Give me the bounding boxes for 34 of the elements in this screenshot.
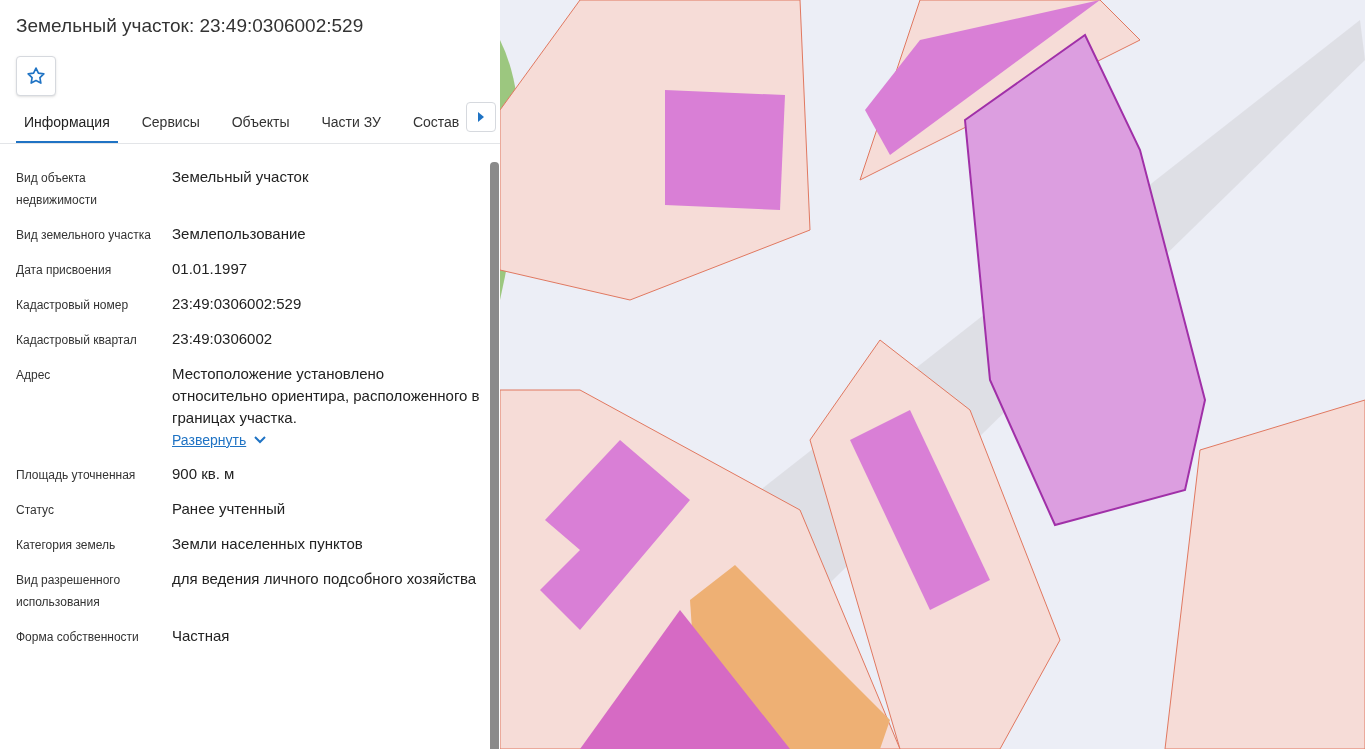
field-value: Ранее учтенный bbox=[172, 499, 287, 519]
field-label: Статус bbox=[16, 502, 55, 519]
field-label: Вид объекта недвижимости bbox=[16, 170, 98, 209]
tab[interactable]: Объекты bbox=[223, 108, 298, 143]
field-value: Местоположение установлено относительно ориентира, расположенного в границах участка. bbox=[172, 364, 480, 428]
field-value: 23:49:0306002 bbox=[172, 329, 274, 349]
field-label: Вид земельного участка bbox=[16, 227, 152, 244]
tab[interactable]: Информация bbox=[16, 108, 118, 143]
field-value: Земли населенных пунктов bbox=[172, 534, 364, 554]
caret-icon bbox=[478, 112, 484, 122]
star-icon bbox=[26, 66, 46, 86]
field-value: 23:49:0306002:529 bbox=[172, 294, 303, 314]
field-label: Вид разрешенного использования bbox=[16, 572, 122, 611]
field-value: 900 кв. м bbox=[172, 464, 236, 484]
field-value: для ведения личного подсобного хозяйства bbox=[172, 569, 478, 589]
tab[interactable]: Сервисы bbox=[133, 108, 208, 143]
field-label: Кадастровый квартал bbox=[16, 332, 138, 349]
tab[interactable]: Состав bbox=[404, 108, 468, 143]
field-label: Дата присвоения bbox=[16, 262, 113, 279]
field-label: Кадастровый номер bbox=[16, 297, 130, 314]
field-value: Земельный участок bbox=[172, 167, 310, 187]
tab[interactable]: Части ЗУ bbox=[313, 108, 389, 143]
panel-title: Земельный участок: 23:49:0306002:529 bbox=[16, 14, 365, 38]
field-value: Частная bbox=[172, 626, 231, 646]
scroll-tabs-button[interactable] bbox=[466, 102, 496, 132]
field-label: Категория земель bbox=[16, 537, 117, 554]
field-value: 01.01.1997 bbox=[172, 259, 249, 279]
chevron-icon bbox=[254, 436, 267, 444]
field-value: Землепользование bbox=[172, 224, 307, 244]
field-label: Площадь уточненная bbox=[16, 467, 137, 484]
field-label: Форма собственности bbox=[16, 629, 140, 646]
expand-link[interactable]: Развернуть bbox=[172, 429, 267, 451]
favorite-button[interactable] bbox=[16, 56, 56, 96]
field-label: Адрес bbox=[16, 367, 52, 384]
